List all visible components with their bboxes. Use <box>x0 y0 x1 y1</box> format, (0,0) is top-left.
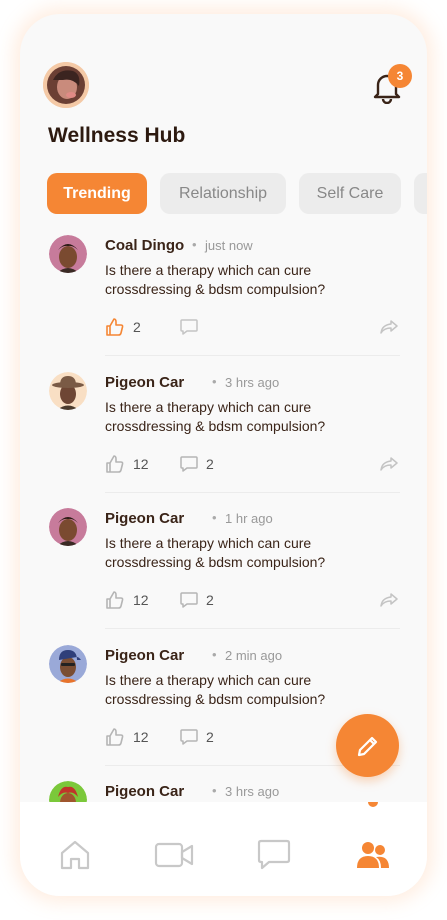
chat-icon[interactable] <box>256 838 292 872</box>
category-tabs: Trending Relationship Self Care <box>47 173 427 214</box>
divider <box>105 628 400 629</box>
active-indicator <box>368 802 378 807</box>
post-time: 1 hr ago <box>225 511 273 526</box>
notification-badge: 3 <box>388 64 412 88</box>
post-card[interactable]: Coal Dingo • just now Is there a therapy… <box>20 232 427 368</box>
comment-count: 2 <box>206 456 214 472</box>
video-icon[interactable] <box>154 838 194 872</box>
compose-button[interactable] <box>336 714 399 777</box>
profile-avatar[interactable] <box>43 62 89 108</box>
thumbs-up-icon[interactable] <box>105 454 125 474</box>
bottom-navigation <box>20 802 427 896</box>
author-avatar[interactable] <box>49 508 87 546</box>
author-avatar[interactable] <box>49 645 87 683</box>
author-name[interactable]: Pigeon Car <box>105 374 184 391</box>
share-icon[interactable] <box>379 591 399 609</box>
like-count: 12 <box>133 592 149 608</box>
post-card[interactable]: Pigeon Car • 3 hrs ago Is there a therap… <box>20 369 427 505</box>
thumbs-up-icon[interactable] <box>105 727 125 747</box>
tab-relationship[interactable]: Relationship <box>160 173 286 214</box>
author-avatar[interactable] <box>49 372 87 410</box>
like-count: 12 <box>133 456 149 472</box>
profile-photo-icon <box>43 62 89 108</box>
post-text[interactable]: Is there a therapy which can cure crossd… <box>105 534 385 572</box>
comment-icon[interactable] <box>179 728 199 746</box>
divider <box>105 355 400 356</box>
avatar-icon <box>49 645 87 683</box>
post-time: just now <box>205 238 253 253</box>
community-icon[interactable] <box>356 838 390 872</box>
separator-dot: • <box>192 237 197 252</box>
avatar-icon <box>49 372 87 410</box>
tab-self-care[interactable]: Self Care <box>299 173 401 214</box>
author-name[interactable]: Pigeon Car <box>105 783 184 800</box>
like-count: 12 <box>133 729 149 745</box>
separator-dot: • <box>212 647 217 662</box>
author-name[interactable]: Pigeon Car <box>105 647 184 664</box>
share-icon[interactable] <box>379 455 399 473</box>
comment-icon[interactable] <box>179 318 199 336</box>
thumbs-up-icon[interactable] <box>105 317 125 337</box>
tab-more[interactable] <box>414 173 427 214</box>
like-count: 2 <box>133 319 141 335</box>
post-time: 2 min ago <box>225 648 283 663</box>
comment-icon[interactable] <box>179 455 199 473</box>
page-title: Wellness Hub <box>48 124 186 147</box>
author-name[interactable]: Coal Dingo <box>105 237 184 254</box>
comment-icon[interactable] <box>179 591 199 609</box>
divider <box>105 492 400 493</box>
avatar-icon <box>49 508 87 546</box>
separator-dot: • <box>212 783 217 798</box>
post-text[interactable]: Is there a therapy which can cure crossd… <box>105 671 385 709</box>
post-card[interactable]: Pigeon Car • 1 hr ago Is there a therapy… <box>20 505 427 641</box>
post-text[interactable]: Is there a therapy which can cure crossd… <box>105 261 385 299</box>
author-name[interactable]: Pigeon Car <box>105 510 184 527</box>
author-avatar[interactable] <box>49 235 87 273</box>
share-icon[interactable] <box>379 318 399 336</box>
comment-count: 2 <box>206 729 214 745</box>
comment-count: 2 <box>206 592 214 608</box>
phone-frame: 3 Wellness Hub Trending Relationship Sel… <box>20 14 427 896</box>
pencil-icon <box>357 736 377 756</box>
separator-dot: • <box>212 510 217 525</box>
thumbs-up-icon[interactable] <box>105 590 125 610</box>
avatar-icon <box>49 235 87 273</box>
post-text[interactable]: Is there a therapy which can cure crossd… <box>105 398 385 436</box>
post-time: 3 hrs ago <box>225 784 280 799</box>
separator-dot: • <box>212 374 217 389</box>
tab-trending[interactable]: Trending <box>47 173 147 214</box>
post-time: 3 hrs ago <box>225 375 280 390</box>
home-icon[interactable] <box>58 838 92 872</box>
